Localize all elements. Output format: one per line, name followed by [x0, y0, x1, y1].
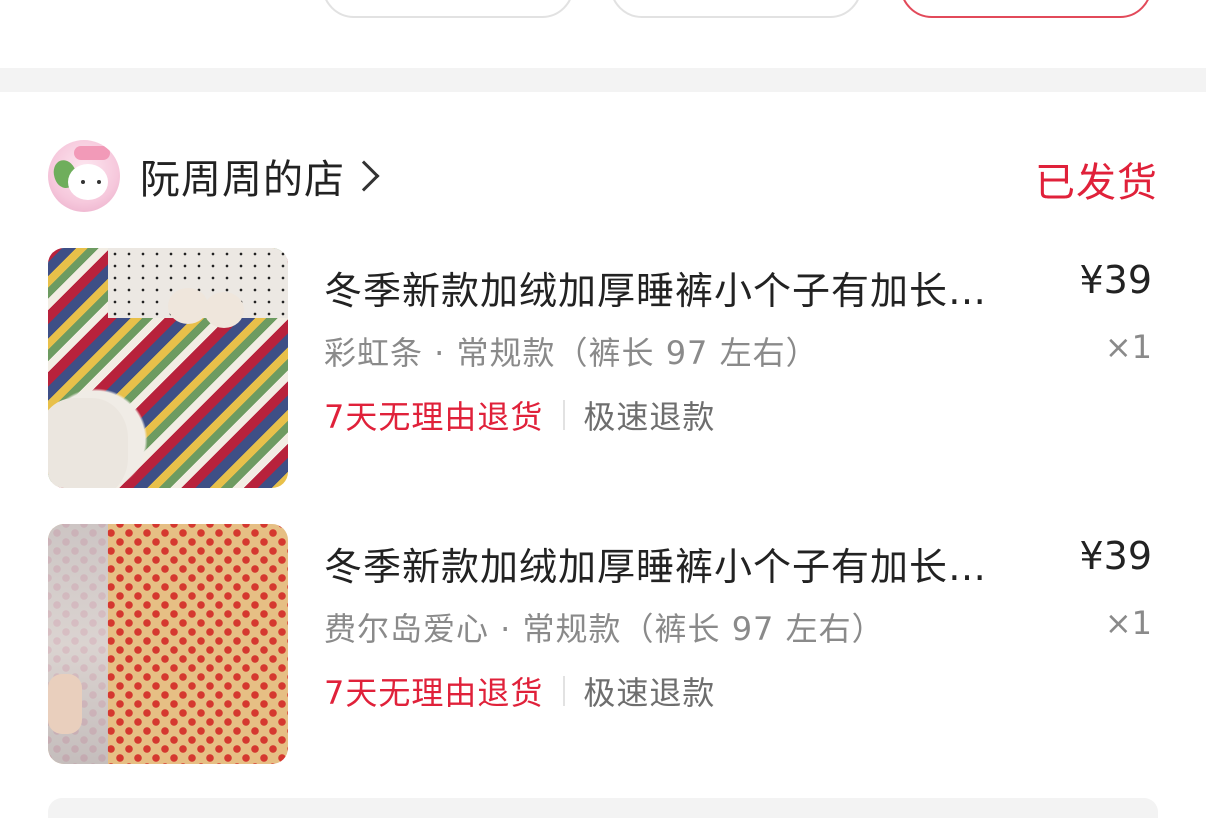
product-info: 冬季新款加绒加厚睡裤小个子有加长… ¥39 彩虹条 · 常规款（裤长 97 左右…	[324, 248, 1158, 488]
top-action-area	[0, 0, 1206, 68]
product-title: 冬季新款加绒加厚睡裤小个子有加长…	[324, 545, 988, 589]
product-quantity: ×1	[1104, 328, 1152, 366]
order-item[interactable]: 冬季新款加绒加厚睡裤小个子有加长… ¥39 彩虹条 · 常规款（裤长 97 左右…	[48, 248, 1158, 488]
order-item[interactable]: 冬季新款加绒加厚睡裤小个子有加长… ¥39 费尔岛爱心 · 常规款（裤长 97 …	[48, 524, 1158, 764]
tag-divider	[563, 400, 566, 430]
product-thumbnail[interactable]	[48, 524, 288, 764]
next-card-edge	[48, 798, 1158, 818]
product-quantity: ×1	[1104, 604, 1152, 642]
section-divider	[0, 68, 1206, 92]
product-spec: 彩虹条 · 常规款（裤长 97 左右）	[324, 334, 819, 372]
product-spec: 费尔岛爱心 · 常规款（裤长 97 左右）	[324, 610, 885, 648]
top-action-button-3[interactable]	[900, 0, 1152, 18]
top-action-button-2[interactable]	[610, 0, 862, 18]
avatar-bow-shape	[74, 146, 110, 160]
order-status: 已发货	[1035, 160, 1158, 206]
return-policy-tag: 7天无理由退货	[324, 674, 544, 712]
thumbnail-sheet	[48, 398, 128, 488]
product-price: ¥39	[1079, 534, 1152, 578]
tag-divider	[563, 676, 566, 706]
fast-refund-tag: 极速退款	[583, 674, 716, 712]
service-tags: 7天无理由退货 极速退款	[324, 392, 715, 438]
thumbnail-sock-right	[204, 292, 244, 328]
thumbnail-hand	[48, 674, 82, 734]
shop-header: 阮周周的店 已发货	[48, 140, 1158, 212]
shop-name-link[interactable]: 阮周周的店	[140, 150, 381, 203]
product-price: ¥39	[1079, 258, 1152, 302]
avatar-face-shape	[68, 164, 108, 200]
return-policy-tag: 7天无理由退货	[324, 398, 544, 436]
shop-name: 阮周周的店	[140, 157, 345, 203]
avatar-eye-left	[81, 180, 85, 184]
product-info: 冬季新款加绒加厚睡裤小个子有加长… ¥39 费尔岛爱心 · 常规款（裤长 97 …	[324, 524, 1158, 764]
top-action-button-1[interactable]	[322, 0, 574, 18]
shop-avatar[interactable]	[48, 140, 120, 212]
service-tags: 7天无理由退货 极速退款	[324, 668, 715, 714]
chevron-right-icon	[348, 160, 380, 192]
avatar-eye-right	[97, 180, 101, 184]
fast-refund-tag: 极速退款	[583, 398, 716, 436]
product-thumbnail[interactable]	[48, 248, 288, 488]
thumbnail-sock-left	[168, 288, 208, 324]
product-title: 冬季新款加绒加厚睡裤小个子有加长…	[324, 269, 988, 313]
